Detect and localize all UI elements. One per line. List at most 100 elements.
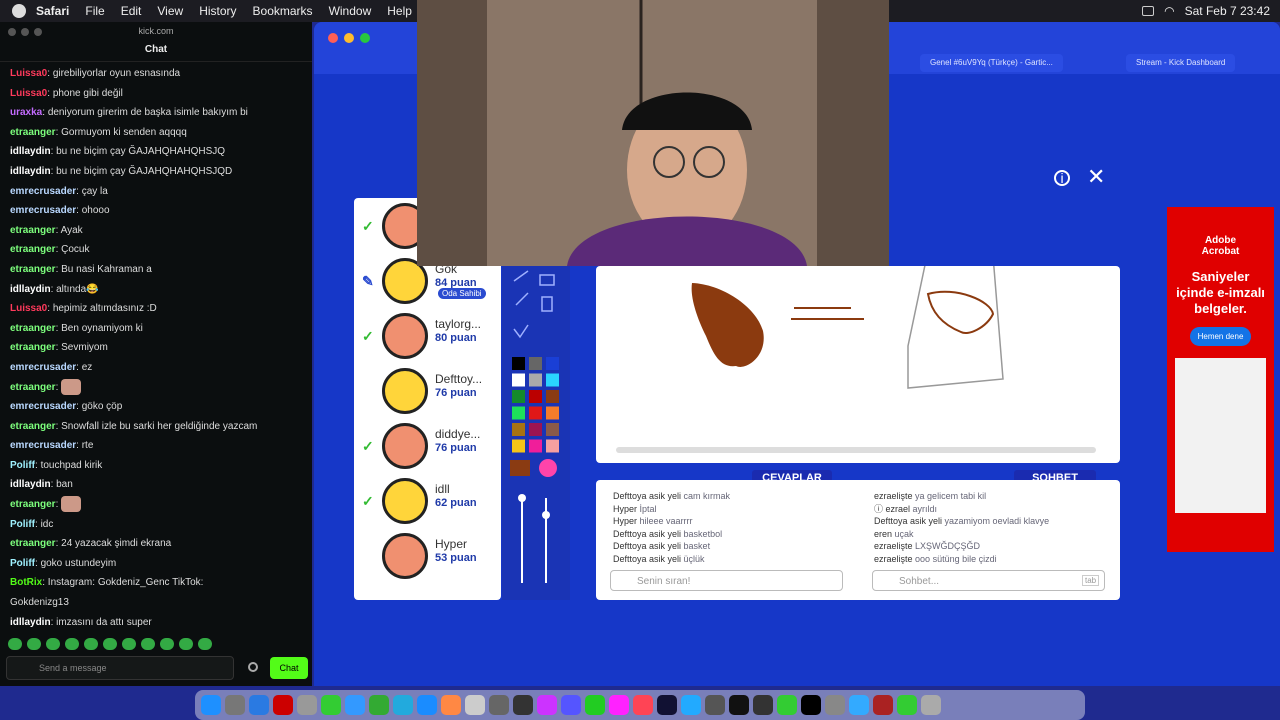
chat-username[interactable]: etraanger xyxy=(10,323,56,334)
dock-app-icon[interactable] xyxy=(537,695,557,715)
chat-username[interactable]: Poliff xyxy=(10,519,35,530)
minimize-dot[interactable] xyxy=(344,33,354,43)
menu-view[interactable]: View xyxy=(157,4,183,18)
dock-app-icon[interactable] xyxy=(345,695,365,715)
game-chat-input[interactable]: Sohbet... xyxy=(872,570,1105,591)
dock-app-icon[interactable] xyxy=(465,695,485,715)
emote-icon[interactable] xyxy=(46,638,60,650)
zoom-dot[interactable] xyxy=(34,28,42,36)
dock-app-icon[interactable] xyxy=(513,695,533,715)
dock-app-icon[interactable] xyxy=(417,695,437,715)
dock-app-icon[interactable] xyxy=(681,695,701,715)
dock-app-icon[interactable] xyxy=(561,695,581,715)
dock-app-icon[interactable] xyxy=(225,695,245,715)
emote-icon[interactable] xyxy=(27,638,41,650)
close-icon[interactable]: ✕ xyxy=(1087,164,1105,190)
player-row[interactable]: ✓ taylorg... 80 puan xyxy=(354,308,501,363)
emote-icon[interactable] xyxy=(84,638,98,650)
ad-cta-button[interactable]: Hemen dene xyxy=(1189,327,1252,346)
chat-username[interactable]: idllaydin xyxy=(10,166,51,177)
chat-username[interactable]: etraanger xyxy=(10,421,56,432)
dock-app-icon[interactable] xyxy=(633,695,653,715)
chat-username[interactable]: etraanger xyxy=(10,382,56,393)
emote-icon[interactable] xyxy=(65,638,79,650)
answer-input[interactable]: Senin sıran! xyxy=(610,570,843,591)
dock-app-icon[interactable] xyxy=(369,695,389,715)
tab-gartic[interactable]: Genel #6uV9Yq (Türkçe) - Gartic... xyxy=(920,54,1063,72)
emote-icon[interactable] xyxy=(122,638,136,650)
chat-username[interactable]: emrecrusader xyxy=(10,362,76,373)
emote-icon[interactable] xyxy=(103,638,117,650)
chat-username[interactable]: BotRix xyxy=(10,577,42,588)
minimize-dot[interactable] xyxy=(21,28,29,36)
tool-palette[interactable] xyxy=(502,263,570,600)
dock-app-icon[interactable] xyxy=(921,695,941,715)
menu-bookmarks[interactable]: Bookmarks xyxy=(253,4,313,18)
emote-icon[interactable] xyxy=(141,638,155,650)
dock-app-icon[interactable] xyxy=(801,695,821,715)
dock-app-icon[interactable] xyxy=(753,695,773,715)
player-row[interactable]: ✓ diddye... 76 puan xyxy=(354,418,501,473)
dock-app-icon[interactable] xyxy=(249,695,269,715)
dock-app-icon[interactable] xyxy=(441,695,461,715)
chat-username[interactable]: etraanger xyxy=(10,342,56,353)
chat-username[interactable]: etraanger xyxy=(10,264,56,275)
player-row[interactable]: Defttoy... 76 puan xyxy=(354,363,501,418)
dock-app-icon[interactable] xyxy=(201,695,221,715)
chat-username[interactable]: uraxka xyxy=(10,107,42,118)
dock-app-icon[interactable] xyxy=(297,695,317,715)
tab-kick-dashboard[interactable]: Stream - Kick Dashboard xyxy=(1126,54,1236,72)
dock-app-icon[interactable] xyxy=(609,695,629,715)
close-dot[interactable] xyxy=(328,33,338,43)
chat-username[interactable]: idllaydin xyxy=(10,146,51,157)
send-message-input[interactable]: Send a message xyxy=(6,656,234,680)
apple-icon[interactable] xyxy=(12,4,26,18)
chat-send-button[interactable]: Chat xyxy=(270,657,308,679)
menu-app-name[interactable]: Safari xyxy=(36,4,69,18)
dock-app-icon[interactable] xyxy=(321,695,341,715)
dock-app-icon[interactable] xyxy=(825,695,845,715)
chat-username[interactable]: Luissa0 xyxy=(10,68,47,79)
dock-app-icon[interactable] xyxy=(897,695,917,715)
menu-help[interactable]: Help xyxy=(387,4,412,18)
emote-icon[interactable] xyxy=(8,638,22,650)
drawing-canvas[interactable] xyxy=(596,230,1120,463)
chat-username[interactable]: etraanger xyxy=(10,127,56,138)
dock-app-icon[interactable] xyxy=(393,695,413,715)
emote-icon[interactable] xyxy=(160,638,174,650)
wifi-icon[interactable]: ◠ xyxy=(1164,4,1174,18)
emote-icon[interactable] xyxy=(198,638,212,650)
dock-app-icon[interactable] xyxy=(849,695,869,715)
dock-app-icon[interactable] xyxy=(777,695,797,715)
dock-app-icon[interactable] xyxy=(657,695,677,715)
chat-username[interactable]: emrecrusader xyxy=(10,401,76,412)
chat-username[interactable]: emrecrusader xyxy=(10,205,76,216)
chat-username[interactable]: emrecrusader xyxy=(10,186,76,197)
datetime[interactable]: Sat Feb 7 23:42 xyxy=(1185,4,1270,18)
player-row[interactable]: ✓ idll 62 puan xyxy=(354,473,501,528)
menu-window[interactable]: Window xyxy=(329,4,372,18)
chat-username[interactable]: emrecrusader xyxy=(10,440,76,451)
chat-username[interactable]: Luissa0 xyxy=(10,88,47,99)
chat-username[interactable]: etraanger xyxy=(10,244,56,255)
chat-username[interactable]: etraanger xyxy=(10,538,56,549)
adobe-ad[interactable]: Adobe Acrobat Saniyeler içinde e-imzalı … xyxy=(1167,207,1274,552)
close-dot[interactable] xyxy=(8,28,16,36)
chat-username[interactable]: Luissa0 xyxy=(10,303,47,314)
dock-app-icon[interactable] xyxy=(729,695,749,715)
emote-icon[interactable] xyxy=(179,638,193,650)
dock-app-icon[interactable] xyxy=(489,695,509,715)
info-icon[interactable]: i xyxy=(1054,170,1070,186)
dock-app-icon[interactable] xyxy=(873,695,893,715)
menu-history[interactable]: History xyxy=(199,4,236,18)
battery-icon[interactable] xyxy=(1142,6,1155,16)
chat-username[interactable]: etraanger xyxy=(10,225,56,236)
dock-app-icon[interactable] xyxy=(705,695,725,715)
chat-username[interactable]: Poliff xyxy=(10,558,35,569)
chat-username[interactable]: Poliff xyxy=(10,460,35,471)
gear-icon[interactable] xyxy=(248,662,258,672)
chat-username[interactable]: etraanger xyxy=(10,499,56,510)
menu-edit[interactable]: Edit xyxy=(121,4,142,18)
chat-username[interactable]: idllaydin xyxy=(10,284,51,295)
chat-username[interactable]: idllaydin xyxy=(10,479,51,490)
